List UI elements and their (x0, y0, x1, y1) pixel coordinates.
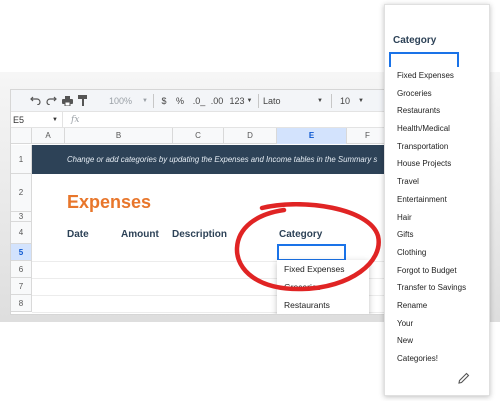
column-header-e[interactable]: E (277, 128, 347, 144)
increase-decimal-button[interactable]: .00 (208, 93, 226, 109)
category-option[interactable]: Categories! (385, 350, 489, 368)
row-header-4[interactable]: 4 (11, 222, 32, 244)
column-header-f[interactable]: F (347, 128, 387, 144)
header-amount: Amount (121, 229, 159, 240)
category-option[interactable]: House Projects (385, 155, 489, 173)
toolbar-divider (331, 93, 332, 108)
font-size-value: 10 (340, 95, 351, 106)
row-header-2[interactable]: 2 (11, 174, 32, 212)
row-header-6[interactable]: 6 (11, 261, 32, 278)
row-header-8[interactable]: 8 (11, 295, 32, 312)
category-option[interactable]: Fixed Expenses (385, 67, 489, 85)
toolbar-divider (153, 93, 154, 108)
zoom-select[interactable]: 100% ▼ (109, 93, 149, 109)
pencil-icon[interactable] (458, 372, 470, 384)
category-option[interactable]: Your (385, 315, 489, 333)
percent-button[interactable]: % (173, 93, 187, 109)
category-option[interactable]: Gifts (385, 226, 489, 244)
category-option-list: Fixed Expenses Groceries Restaurants Hea… (385, 67, 489, 377)
font-value: Lato (263, 95, 281, 106)
row-header-7[interactable]: 7 (11, 278, 32, 295)
currency-button[interactable]: $ (158, 93, 170, 109)
row-header-1[interactable]: 1 (11, 145, 32, 174)
print-icon[interactable] (59, 93, 75, 109)
chevron-down-icon: ▼ (52, 116, 58, 123)
category-option[interactable]: Forgot to Budget (385, 262, 489, 280)
row-header-5[interactable]: 5 (11, 244, 32, 261)
font-select[interactable]: Lato ▼ (263, 93, 327, 109)
chevron-down-icon: ▼ (358, 97, 364, 104)
chevron-down-icon: ▼ (246, 97, 253, 104)
dropdown-option[interactable]: Restaurants (277, 296, 369, 314)
category-option[interactable]: New (385, 332, 489, 350)
chevron-down-icon: ▼ (317, 97, 323, 104)
category-option[interactable]: Entertainment (385, 191, 489, 209)
instruction-banner: Change or add categories by updating the… (32, 145, 387, 174)
category-option[interactable]: Clothing (385, 244, 489, 262)
panel-title: Category (393, 35, 437, 46)
page-title: Expenses (67, 192, 152, 212)
column-header-d[interactable]: D (224, 128, 277, 144)
header-date: Date (67, 229, 89, 240)
formula-bar: E5 ▼ fx (11, 112, 387, 128)
number-format-select[interactable]: 123 ▼ (228, 93, 254, 109)
category-option[interactable]: Transportation (385, 138, 489, 156)
category-option[interactable]: Health/Medical (385, 120, 489, 138)
column-header-a[interactable]: A (32, 128, 65, 144)
column-header-c[interactable]: C (173, 128, 224, 144)
category-option[interactable]: Transfer to Savings (385, 279, 489, 297)
header-description: Description (172, 229, 228, 240)
toolbar: 100% ▼ $ % .0_ .00 123 ▼ Lato ▼ 10 ▼ (11, 90, 387, 112)
cell-reference: E5 (13, 114, 25, 125)
column-headers: A B C D E F (11, 128, 387, 144)
redo-icon[interactable] (43, 93, 59, 109)
font-size-select[interactable]: 10 ▼ (336, 93, 368, 109)
category-option[interactable]: Travel (385, 173, 489, 191)
chevron-down-icon: ▼ (142, 97, 148, 104)
fx-icon: fx (71, 114, 80, 125)
undo-icon[interactable] (27, 93, 43, 109)
zoom-value: 100% (109, 95, 133, 106)
row-header-3[interactable]: 3 (11, 212, 32, 222)
name-box[interactable]: E5 ▼ (11, 112, 63, 127)
column-header-b[interactable]: B (65, 128, 173, 144)
category-option[interactable]: Hair (385, 209, 489, 227)
highlight-circle (234, 202, 381, 292)
category-option[interactable]: Rename (385, 297, 489, 315)
category-panel: Category Fixed Expenses Groceries Restau… (384, 4, 490, 396)
corner-cell[interactable] (11, 128, 32, 144)
category-option[interactable]: Restaurants (385, 102, 489, 120)
paint-format-icon[interactable] (75, 93, 91, 109)
number-format-value: 123 (229, 95, 245, 106)
category-option[interactable]: Groceries (385, 85, 489, 103)
toolbar-divider (258, 93, 259, 108)
decrease-decimal-button[interactable]: .0_ (190, 93, 208, 109)
